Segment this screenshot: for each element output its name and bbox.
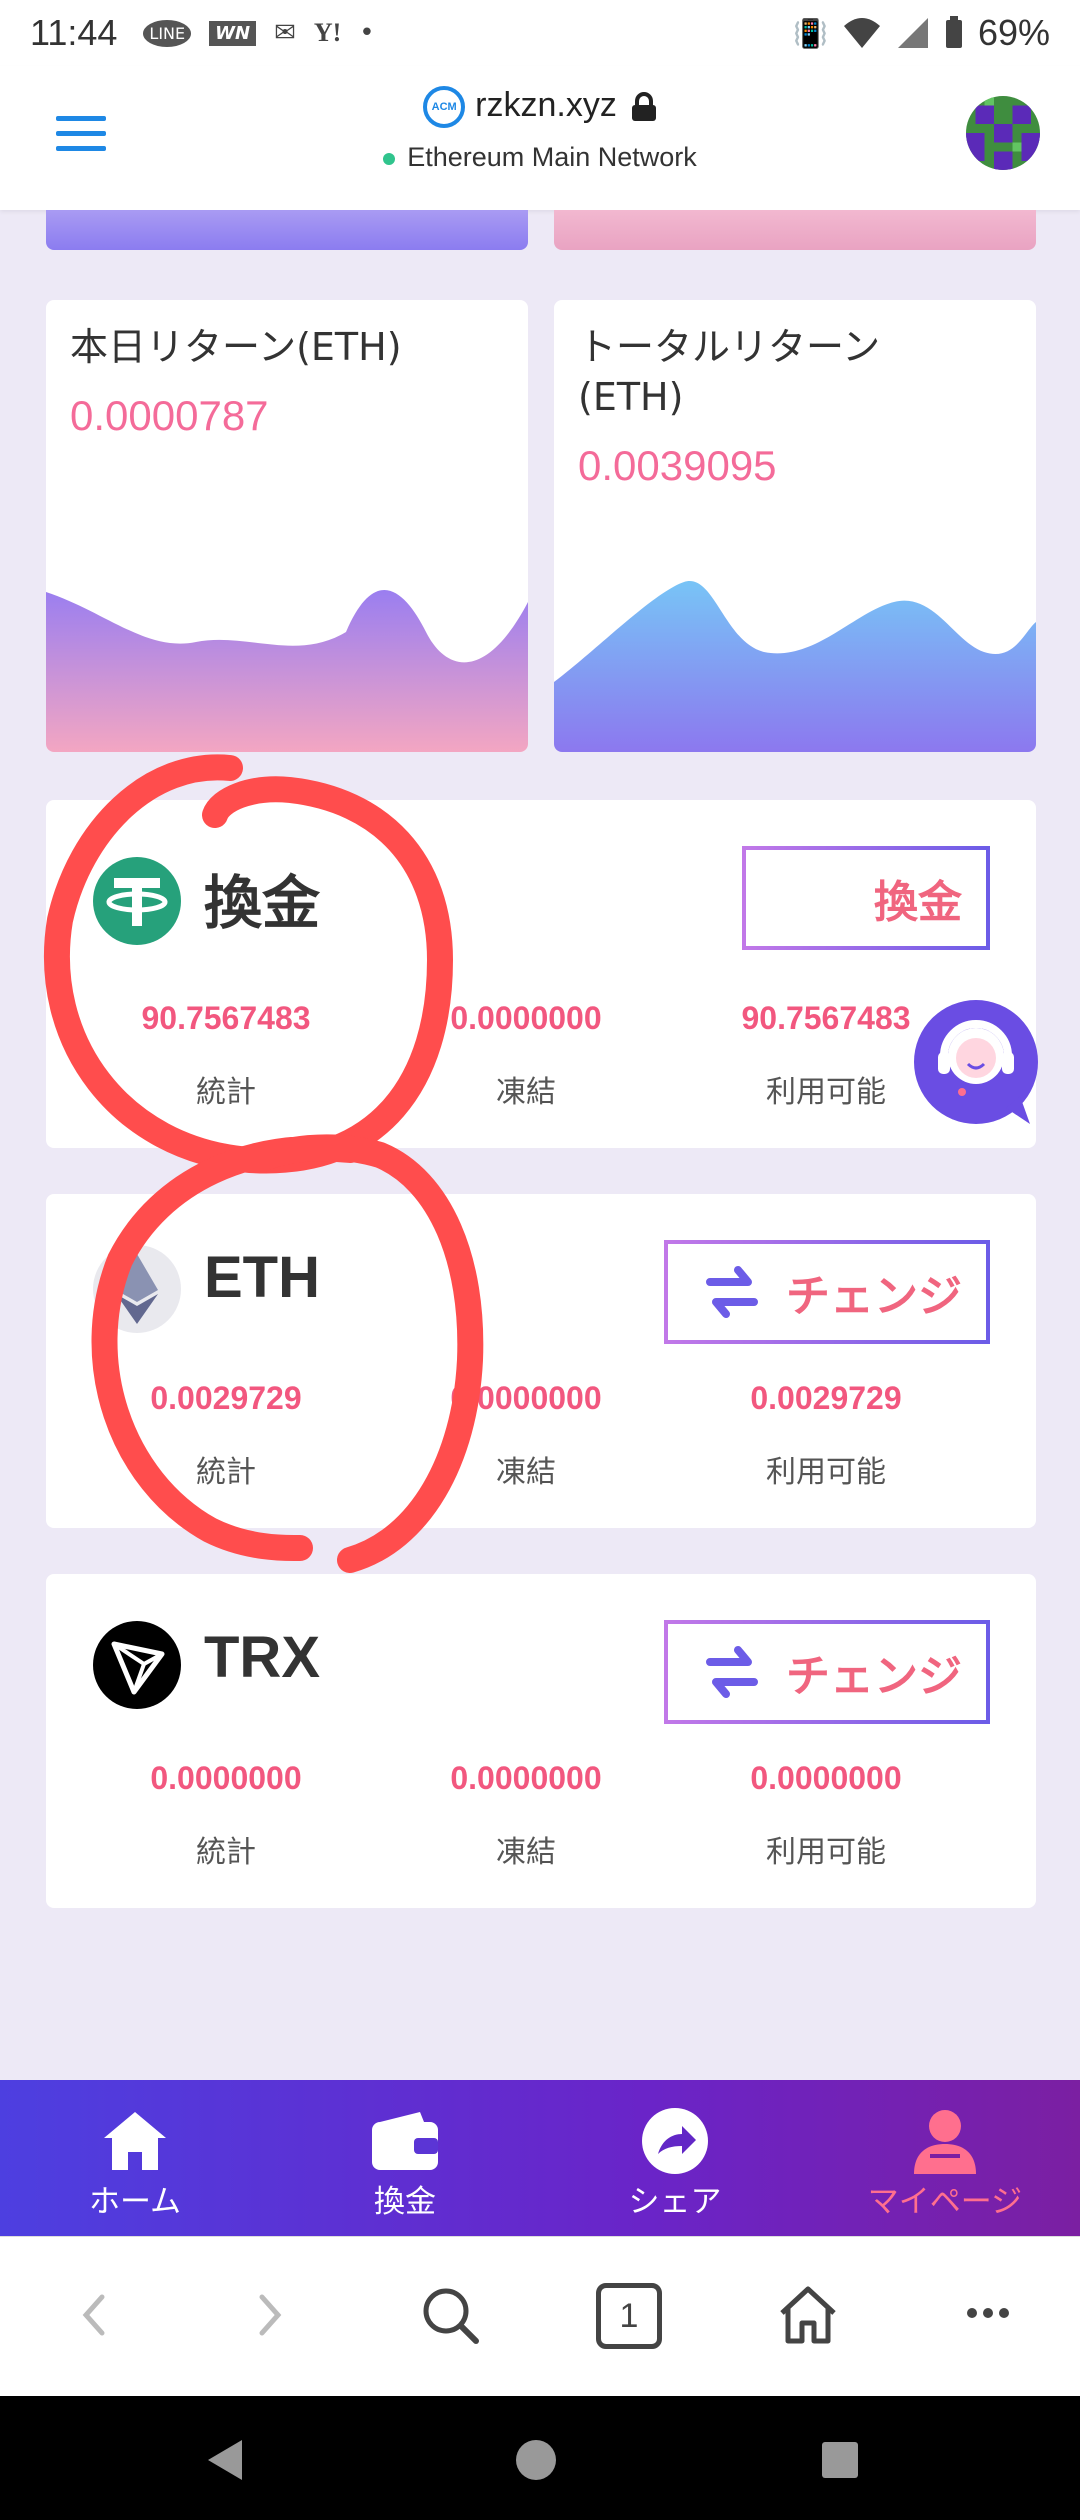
- nav-exchange-label: 換金: [374, 2184, 436, 2220]
- stat-total-value: 90.7567483: [141, 1000, 311, 1036]
- stat-available-label: 利用可能: [766, 1455, 886, 1490]
- stat-available: 0.0029729 利用可能: [676, 1380, 976, 1491]
- yahoo-icon: Y!: [313, 18, 342, 47]
- vibrate-icon: 📳: [793, 17, 828, 49]
- stat-frozen-label: 凍結: [496, 1075, 556, 1110]
- system-home-icon[interactable]: [514, 2438, 558, 2482]
- stat-available-label: 利用可能: [766, 1835, 886, 1870]
- stat-frozen-value: 0.0000000: [450, 1380, 602, 1416]
- system-recents-icon[interactable]: [820, 2440, 860, 2480]
- stat-total-label: 統計: [196, 1455, 256, 1490]
- stat-available-value: 0.0029729: [750, 1380, 902, 1416]
- stat-available: 0.0000000 利用可能: [676, 1760, 976, 1871]
- nav-share-label: シェア: [628, 2184, 722, 2220]
- network-status: Ethereum Main Network: [0, 142, 1080, 173]
- usdt-coin-icon: [93, 857, 181, 945]
- nav-share[interactable]: シェア: [540, 2080, 810, 2236]
- home-icon: [104, 2112, 166, 2170]
- customer-support-icon[interactable]: [910, 996, 1042, 1128]
- card-stub-left: [46, 210, 528, 250]
- stat-total: 0.0000000 統計: [76, 1760, 376, 1871]
- browser-toolbar: 1: [0, 2236, 1080, 2396]
- stat-frozen: 0.0000000 凍結: [376, 1000, 676, 1111]
- exchange-button-label: 換金: [874, 877, 962, 928]
- lock-icon: [631, 92, 656, 122]
- asset-card-trx: TRX チェンジ 0.0000000 統計 0.0000000 凍結 0.00000…: [46, 1574, 1036, 1908]
- notification-icons: LINE WN ✉ Y! •: [143, 18, 375, 48]
- dot-icon: •: [359, 18, 375, 48]
- search-icon[interactable]: [420, 2285, 480, 2345]
- stat-frozen-value: 0.0000000: [450, 1760, 602, 1796]
- asset-name: 換金: [204, 871, 321, 936]
- today-return-chart: [46, 590, 528, 752]
- forward-icon[interactable]: [250, 2285, 290, 2345]
- today-return-value: 0.0000787: [70, 392, 269, 439]
- nav-mypage-label: マイページ: [867, 2184, 1023, 2220]
- stat-frozen: 0.0000000 凍結: [376, 1380, 676, 1491]
- nav-exchange[interactable]: 換金: [270, 2080, 540, 2236]
- tab-count: 1: [619, 2297, 639, 2335]
- network-label: Ethereum Main Network: [407, 142, 697, 172]
- avatar[interactable]: [966, 96, 1040, 170]
- wn-icon: WN: [209, 20, 257, 46]
- bottom-nav: ホーム 換金 シェア マイページ: [0, 2080, 1080, 2236]
- asset-card-eth: ETH チェンジ 0.0029729 統計 0.0000000 凍結 0.00297…: [46, 1194, 1036, 1528]
- line-icon: LINE: [143, 19, 192, 47]
- network-dot-icon: [383, 152, 396, 165]
- site-title: ACM rzkzn.xyz: [0, 86, 1080, 129]
- nav-home[interactable]: ホーム: [0, 2080, 270, 2236]
- change-button-label: チェンジ: [786, 1651, 962, 1702]
- site-url: rzkzn.xyz: [475, 86, 617, 124]
- wallet-icon: [372, 2112, 438, 2170]
- nav-home-label: ホーム: [88, 2184, 182, 2220]
- change-button-label: チェンジ: [786, 1271, 962, 1322]
- eth-coin-icon: [93, 1245, 181, 1333]
- user-icon: [914, 2110, 976, 2174]
- today-return-card: 本日リターン(ETH) 0.0000787: [46, 300, 528, 752]
- change-button-trx[interactable]: チェンジ: [664, 1620, 990, 1724]
- stat-frozen: 0.0000000 凍結: [376, 1760, 676, 1871]
- stat-frozen-value: 0.0000000: [450, 1000, 602, 1036]
- site-logo-icon: ACM: [423, 86, 466, 129]
- system-nav-bar: [0, 2396, 1080, 2520]
- stat-total-label: 統計: [196, 1835, 256, 1870]
- total-return-title: トータルリターン(ETH): [578, 325, 881, 419]
- nav-mypage[interactable]: マイページ: [810, 2080, 1080, 2236]
- system-back-icon[interactable]: [204, 2438, 244, 2482]
- total-return-card: トータルリターン(ETH) 0.0039095: [554, 300, 1036, 752]
- stat-frozen-label: 凍結: [496, 1455, 556, 1490]
- stat-total-value: 0.0000000: [150, 1760, 302, 1796]
- signal-icon: [897, 18, 928, 48]
- app-header: ACM rzkzn.xyz Ethereum Main Network: [0, 66, 1080, 210]
- trx-coin-icon: [93, 1621, 181, 1709]
- back-icon[interactable]: [74, 2285, 114, 2345]
- status-bar: 11:44 LINE WN ✉ Y! • 📳 69%: [0, 0, 1080, 66]
- share-icon: [642, 2108, 708, 2174]
- asset-card-exchange: 換金 換金 90.7567483 統計 0.0000000 凍結 90.756748…: [46, 800, 1036, 1148]
- more-icon[interactable]: [966, 2303, 1010, 2323]
- asset-name: ETH: [204, 1245, 320, 1310]
- mail-icon: ✉: [274, 18, 296, 48]
- battery-icon: [945, 16, 962, 48]
- stat-frozen-label: 凍結: [496, 1835, 556, 1870]
- swap-icon: [706, 1646, 758, 1698]
- stat-total-value: 0.0029729: [150, 1380, 302, 1416]
- stat-available-value: 0.0000000: [750, 1760, 902, 1796]
- browser-home-icon[interactable]: [776, 2285, 840, 2345]
- asset-name: TRX: [204, 1625, 320, 1690]
- today-return-title: 本日リターン(ETH): [70, 325, 402, 369]
- total-return-value: 0.0039095: [578, 442, 777, 489]
- change-button-eth[interactable]: チェンジ: [664, 1240, 990, 1344]
- stat-total: 0.0029729 統計: [76, 1380, 376, 1491]
- stat-total: 90.7567483 統計: [76, 1000, 376, 1111]
- stat-total-label: 統計: [196, 1075, 256, 1110]
- card-stub-right: [554, 210, 1036, 250]
- status-time: 11:44: [30, 12, 118, 53]
- wifi-icon: [843, 18, 880, 48]
- tab-count-button[interactable]: 1: [596, 2283, 662, 2349]
- battery-level: 69%: [977, 12, 1050, 53]
- swap-icon: [706, 1266, 758, 1318]
- total-return-chart: [554, 581, 1036, 752]
- exchange-button[interactable]: 換金: [742, 846, 990, 950]
